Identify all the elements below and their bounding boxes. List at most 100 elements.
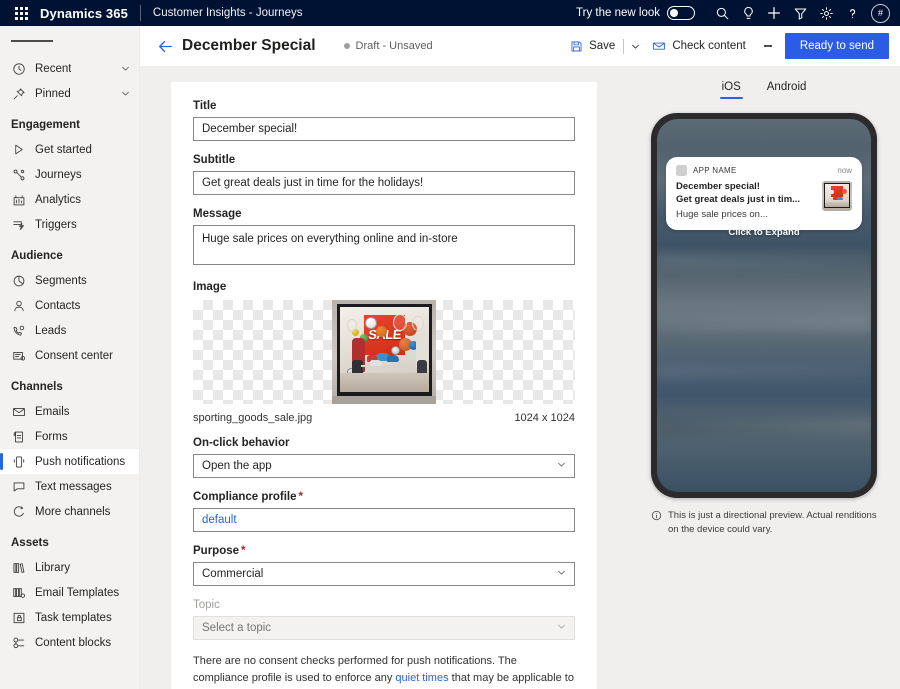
sidebar-item-label: Leads — [35, 325, 66, 337]
sidebar-item-consent-center[interactable]: Consent center — [0, 343, 139, 368]
sidebar-item-content-blocks[interactable]: Content blocks — [0, 630, 139, 655]
sidebar-item-label: Text messages — [35, 481, 112, 493]
save-label: Save — [589, 40, 615, 52]
save-icon — [570, 40, 583, 53]
ready-to-send-button[interactable]: Ready to send — [785, 33, 889, 59]
check-content-label: Check content — [672, 40, 746, 52]
save-chevron-down-icon[interactable] — [625, 33, 645, 60]
image-label: Image — [193, 281, 575, 293]
phone-icon — [11, 454, 26, 469]
field-subtitle: Subtitle — [193, 154, 575, 195]
brand-title: Dynamics 365 — [40, 6, 128, 21]
gear-icon[interactable] — [813, 0, 839, 26]
sidebar-item-label: Segments — [35, 275, 87, 287]
image-meta: sporting_goods_sale.jpg 1024 x 1024 — [193, 412, 575, 424]
sidebar-item-label: Content blocks — [35, 637, 111, 649]
sidebar-item-library[interactable]: Library — [0, 555, 139, 580]
image-dimensions: 1024 x 1024 — [514, 412, 575, 424]
analytics-icon — [11, 192, 26, 207]
sidebar-item-label: Contacts — [35, 300, 80, 312]
back-arrow-icon[interactable] — [154, 35, 176, 57]
purpose-select-wrap — [193, 562, 575, 586]
sidebar-item-label: Analytics — [35, 194, 81, 206]
subtitle-input[interactable] — [193, 171, 575, 195]
chat-icon — [11, 479, 26, 494]
title-input[interactable] — [193, 117, 575, 141]
header-actions: Try the new look — [576, 0, 892, 26]
tab-android[interactable]: Android — [765, 77, 809, 99]
sidebar-item-emails[interactable]: Emails — [0, 399, 139, 424]
sidebar-group-channels: Channels — [0, 368, 139, 399]
quiet-times-link[interactable]: quiet times — [395, 672, 448, 684]
notification-card[interactable]: APP NAME now December special! Get great… — [666, 157, 862, 230]
filter-icon[interactable] — [787, 0, 813, 26]
sidebar-item-push-notifications[interactable]: Push notifications — [0, 449, 139, 474]
more-options-icon[interactable] — [757, 33, 779, 60]
forms-icon — [11, 429, 26, 444]
notification-text: December special! Get great deals just i… — [676, 181, 822, 221]
app-launcher-icon[interactable] — [8, 0, 34, 26]
purpose-select[interactable] — [193, 562, 575, 586]
preview-panel: iOS Android APP NAME — [628, 67, 900, 689]
help-icon[interactable] — [839, 0, 865, 26]
sidebar-item-more-channels[interactable]: More channels — [0, 499, 139, 524]
sidebar-item-email-templates[interactable]: Email Templates — [0, 580, 139, 605]
click-to-expand-label[interactable]: Click to Expand — [657, 227, 871, 238]
topic-select-wrap — [193, 616, 575, 640]
sidebar-item-leads[interactable]: Leads — [0, 318, 139, 343]
compliance-label: Compliance profile* — [193, 491, 575, 503]
topic-select[interactable] — [193, 616, 575, 640]
search-icon[interactable] — [709, 0, 735, 26]
sidebar-collapse-icon[interactable] — [0, 26, 139, 56]
message-textarea[interactable] — [193, 225, 575, 265]
task-templates-icon — [11, 610, 26, 625]
notification-thumbnail — [822, 181, 852, 211]
sidebar-item-label: Task templates — [35, 612, 112, 624]
save-button[interactable]: Save — [563, 33, 622, 60]
sidebar-group-engagement: Engagement — [0, 106, 139, 137]
sidebar-item-contacts[interactable]: Contacts — [0, 293, 139, 318]
message-label: Message — [193, 208, 575, 220]
app-name-label: Customer Insights - Journeys — [153, 7, 303, 19]
sidebar-item-text-messages[interactable]: Text messages — [0, 474, 139, 499]
purpose-label-text: Purpose — [193, 545, 239, 557]
sidebar-item-recent[interactable]: Recent — [0, 56, 139, 81]
sidebar-item-journeys[interactable]: Journeys — [0, 162, 139, 187]
lightbulb-icon[interactable] — [735, 0, 761, 26]
app-body: Recent Pinned Engagement — [0, 26, 900, 689]
top-header: Dynamics 365 Customer Insights - Journey… — [0, 0, 900, 26]
sidebar-item-label: Forms — [35, 431, 68, 443]
sidebar-item-get-started[interactable]: Get started — [0, 137, 139, 162]
plus-icon[interactable] — [761, 0, 787, 26]
topic-label: Topic — [193, 599, 575, 611]
disclaimer-text: This is just a directional preview. Actu… — [668, 509, 877, 537]
compliance-profile-input[interactable] — [193, 508, 575, 532]
sidebar-item-pinned[interactable]: Pinned — [0, 81, 139, 106]
check-content-button[interactable]: Check content — [645, 33, 753, 60]
image-preview-box[interactable]: SALE — [193, 300, 575, 404]
chevron-down-icon — [120, 88, 131, 99]
sidebar-item-task-templates[interactable]: Task templates — [0, 605, 139, 630]
main-area: December Special Draft - Unsaved Save — [140, 26, 900, 689]
journeys-icon — [11, 167, 26, 182]
header-divider — [140, 5, 141, 21]
tab-ios[interactable]: iOS — [720, 77, 743, 99]
sidebar-item-forms[interactable]: Forms — [0, 424, 139, 449]
play-icon — [11, 142, 26, 157]
sidebar-item-segments[interactable]: Segments — [0, 268, 139, 293]
onclick-select[interactable] — [193, 454, 575, 478]
contact-icon — [11, 298, 26, 313]
consent-note: There are no consent checks performed fo… — [193, 653, 575, 689]
image-thumbnail: SALE — [332, 300, 436, 404]
avatar[interactable]: # — [871, 4, 890, 23]
sidebar-item-label: Library — [35, 562, 70, 574]
check-content-mail-icon — [652, 39, 666, 53]
command-bar: December Special Draft - Unsaved Save — [140, 26, 900, 67]
sidebar-item-label: Consent center — [35, 350, 113, 362]
notification-message: Huge sale prices on... — [676, 208, 816, 221]
push-notification-form: Title Subtitle Message Image — [171, 82, 597, 689]
sidebar-item-triggers[interactable]: Triggers — [0, 212, 139, 237]
sidebar-item-analytics[interactable]: Analytics — [0, 187, 139, 212]
command-bar-actions: Save Check content — [563, 33, 889, 60]
new-look-toggle[interactable] — [667, 6, 695, 20]
